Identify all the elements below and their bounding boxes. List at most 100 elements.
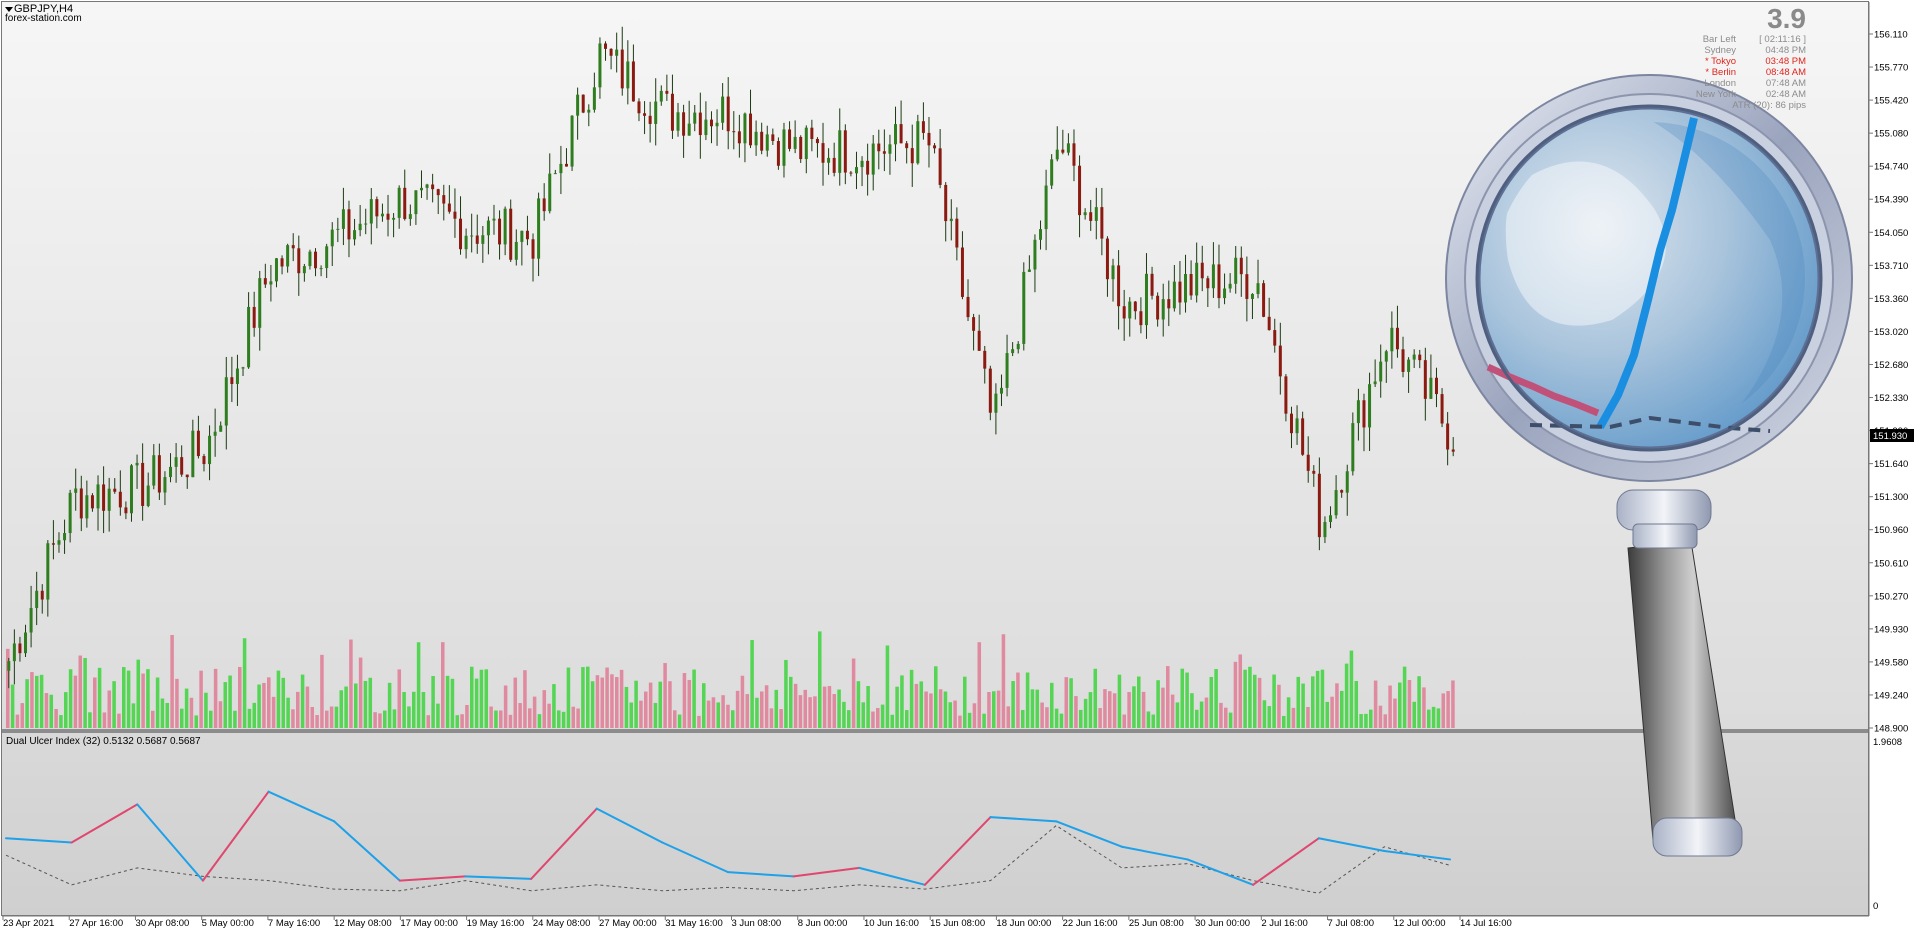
volume-bar <box>1422 687 1426 728</box>
price-axis-label: 155.770 <box>1874 63 1908 74</box>
volume-bar <box>1103 689 1107 728</box>
candle-body <box>955 218 959 248</box>
candle-body <box>1401 349 1405 372</box>
candle-body <box>1329 515 1333 522</box>
candle-body <box>364 223 368 225</box>
svg-text:151.930: 151.930 <box>1873 431 1907 442</box>
candle-body <box>1228 283 1232 289</box>
volume-bar <box>1141 691 1146 728</box>
volume-bar <box>1262 700 1267 728</box>
candle-body <box>1250 293 1254 299</box>
volume-bar <box>1040 702 1044 728</box>
volume-bar <box>1320 669 1325 728</box>
candle-body <box>235 368 239 384</box>
volume-bar <box>1180 668 1185 728</box>
volume-bar <box>1175 702 1180 728</box>
time-axis-label: 30 Jun 00:00 <box>1195 918 1250 929</box>
candle-body <box>1351 423 1355 472</box>
info-label: New York <box>1695 89 1736 100</box>
volume-bar <box>1364 713 1368 728</box>
volume-bar <box>992 691 996 728</box>
volume-bar <box>1446 691 1450 728</box>
volume-bar <box>581 667 585 728</box>
volume-bar <box>982 713 986 728</box>
time-axis-label: 24 May 08:00 <box>533 918 591 929</box>
volume-bar <box>837 689 841 728</box>
volume-bar <box>934 666 938 728</box>
volume-bar <box>479 669 484 728</box>
panel-separator <box>2 729 1868 733</box>
candle-body <box>224 377 228 426</box>
time-axis-label: 7 Jul 08:00 <box>1328 918 1374 929</box>
volume-bar <box>1132 686 1136 728</box>
info-row-london: London 07:48 AM <box>1646 78 1806 89</box>
candle-body <box>1384 351 1388 362</box>
candle-body <box>24 632 28 654</box>
volume-bar <box>909 669 914 728</box>
candle-body <box>1005 353 1009 388</box>
candle-body <box>732 131 736 133</box>
candle-body <box>514 241 518 260</box>
volume-bar <box>1301 683 1305 728</box>
chart-canvas[interactable]: 156.110 155.770 155.420 155.080 154.740 154.3… <box>0 0 1916 933</box>
volume-bar <box>489 706 493 728</box>
volume-bar <box>25 679 29 728</box>
volume-bar <box>494 710 498 728</box>
candle-body <box>944 184 948 222</box>
symbol-dropdown-icon[interactable] <box>5 7 13 12</box>
candle-body <box>308 251 312 267</box>
candle-body <box>408 214 412 219</box>
volume-bar <box>900 675 904 728</box>
candle-body <box>241 367 245 369</box>
candle-body <box>793 136 797 149</box>
volume-bar <box>1045 707 1049 728</box>
candle-body <box>12 643 16 662</box>
time-axis-label: 15 Jun 08:00 <box>930 918 985 929</box>
candle-body <box>1390 327 1394 352</box>
candle-body <box>1156 295 1160 320</box>
volume-bar <box>755 697 759 728</box>
volume-bar <box>397 669 402 728</box>
candle-body <box>1044 185 1048 230</box>
candle-body <box>1111 265 1115 280</box>
candle-body <box>972 317 976 331</box>
candle-body <box>7 661 11 671</box>
candle-body <box>1089 212 1093 221</box>
volume-bar <box>421 692 426 728</box>
volume-bar <box>1412 701 1417 728</box>
candle-body <box>213 431 217 436</box>
volume-bar <box>97 667 102 728</box>
volume-bar <box>1209 676 1214 728</box>
candle-body <box>938 148 942 185</box>
candle-body <box>849 172 853 174</box>
volume-bar <box>1074 696 1078 728</box>
candle-body <box>1039 229 1043 240</box>
time-axis: 23 Apr 2021 27 Apr 16:00 30 Apr 08:00 5 May… <box>2 916 1512 929</box>
candle-body <box>464 235 468 250</box>
volume-bar <box>1286 697 1291 728</box>
candle-body <box>843 130 847 173</box>
volume-bar <box>832 693 837 728</box>
candle-body <box>341 209 345 229</box>
info-value: 04:48 PM <box>1765 45 1806 56</box>
time-axis-label: 5 May 00:00 <box>202 918 254 929</box>
price-axis-label: 152.680 <box>1874 360 1908 371</box>
candle-body <box>1412 354 1416 360</box>
time-axis-label: 27 May 00:00 <box>599 918 657 929</box>
volume-bar <box>20 703 25 728</box>
volume-bar <box>769 708 774 728</box>
volume-bar <box>866 686 870 728</box>
candle-body <box>921 121 925 133</box>
candle-body <box>202 456 206 465</box>
volume-bar <box>1398 682 1402 728</box>
time-axis-label: 8 Jun 00:00 <box>798 918 848 929</box>
candle-body <box>57 540 61 545</box>
candle-body <box>581 94 585 113</box>
volume-bar <box>629 702 634 728</box>
candle-body <box>754 131 758 146</box>
candle-body <box>1011 349 1015 354</box>
price-axis-label: 156.110 <box>1874 30 1908 41</box>
chart-window[interactable]: 156.110 155.770 155.420 155.080 154.740 154.3… <box>0 0 1916 933</box>
candle-body <box>648 115 652 124</box>
volume-bar <box>1204 697 1209 728</box>
